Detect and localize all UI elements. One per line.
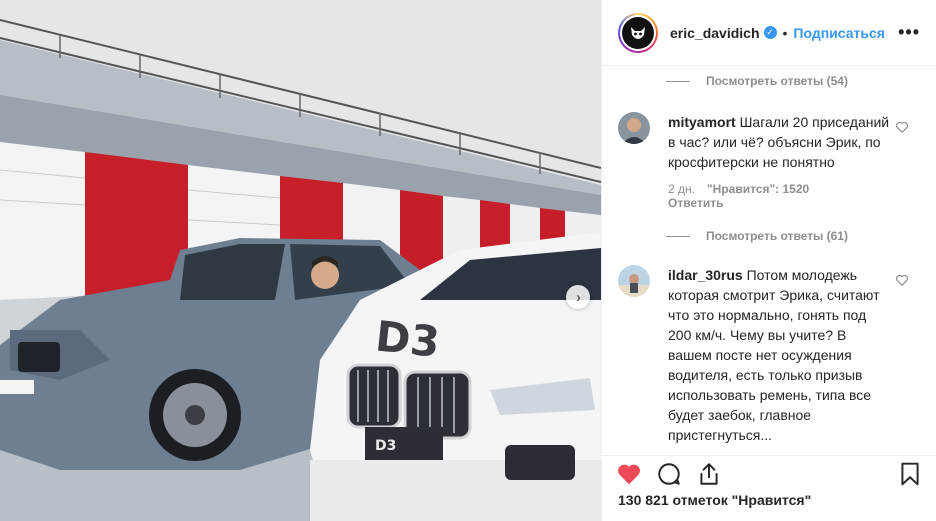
avatar (622, 16, 654, 49)
reply-button[interactable]: Ответить (668, 196, 892, 210)
likes-label: отметок "Нравится" (672, 492, 812, 508)
commenter-avatar[interactable] (618, 265, 650, 297)
instagram-post: D3 D3 › eric_davidich ✓ • Подписаться ••… (0, 0, 936, 521)
carousel-next-button[interactable]: › (566, 285, 590, 309)
commenter-avatar[interactable] (618, 112, 650, 144)
story-ring-avatar[interactable] (618, 12, 658, 53)
view-replies-link[interactable]: Посмотреть ответы (61) (602, 222, 936, 250)
comment-heart-icon[interactable] (895, 273, 909, 287)
svg-text:D3: D3 (375, 438, 396, 454)
comments-list[interactable]: Посмотреть ответы (54) mityamort Шагали … (602, 67, 936, 445)
photo-illustration: D3 D3 (0, 0, 601, 521)
replies-line (666, 235, 690, 237)
follow-button[interactable]: Подписаться (793, 25, 885, 41)
replies-line (666, 80, 690, 82)
verified-badge-icon: ✓ (763, 26, 777, 39)
separator-dot: • (782, 24, 788, 41)
post-username[interactable]: eric_davidich (670, 25, 760, 41)
heart-icon[interactable] (616, 461, 642, 487)
post-photo[interactable]: D3 D3 › (0, 0, 601, 521)
comment-icon[interactable] (656, 461, 682, 487)
chevron-right-icon: › (576, 288, 581, 306)
share-icon[interactable] (696, 461, 722, 487)
post-sidebar: eric_davidich ✓ • Подписаться ••• Посмот… (601, 0, 936, 521)
comment-body: mityamort Шагали 20 приседаний в час? ил… (668, 112, 892, 210)
view-replies-label: Посмотреть ответы (61) (706, 229, 848, 243)
comment-age: 2 дн. (668, 182, 695, 196)
comment-meta: 2 дн. "Нравится": 1520 (668, 182, 892, 196)
avatar-border (620, 14, 656, 51)
comment-text-block: mityamort Шагали 20 приседаний в час? ил… (668, 112, 892, 172)
comment-username[interactable]: ildar_30rus (668, 267, 743, 283)
post-actions-bar (602, 455, 936, 491)
avatar-image (631, 26, 645, 39)
likes-count[interactable]: 130 821 отметок "Нравится" (618, 492, 811, 508)
comment-text-block: ildar_30rus Потом молодежь которая смотр… (668, 265, 892, 445)
svg-text:D3: D3 (373, 311, 442, 366)
comment-likes[interactable]: "Нравится": 1520 (707, 182, 809, 196)
comment-body: ildar_30rus Потом молодежь которая смотр… (668, 265, 892, 445)
bookmark-icon[interactable] (897, 461, 923, 487)
comment-username[interactable]: mityamort (668, 114, 736, 130)
commenter-avatar-image (618, 112, 650, 144)
comment-heart-icon[interactable] (895, 120, 909, 134)
more-options-button[interactable]: ••• (898, 22, 920, 43)
view-replies-link[interactable]: Посмотреть ответы (54) (602, 67, 936, 95)
comment-item: ildar_30rus Потом молодежь которая смотр… (602, 265, 936, 445)
comment-item: mityamort Шагали 20 приседаний в час? ил… (602, 112, 936, 210)
comment-text: Потом молодежь которая смотрит Эрика, сч… (668, 267, 880, 443)
view-replies-label: Посмотреть ответы (54) (706, 74, 848, 88)
commenter-avatar-image (618, 265, 650, 297)
post-header: eric_davidich ✓ • Подписаться ••• (602, 0, 936, 66)
likes-number: 130 821 (618, 492, 669, 508)
